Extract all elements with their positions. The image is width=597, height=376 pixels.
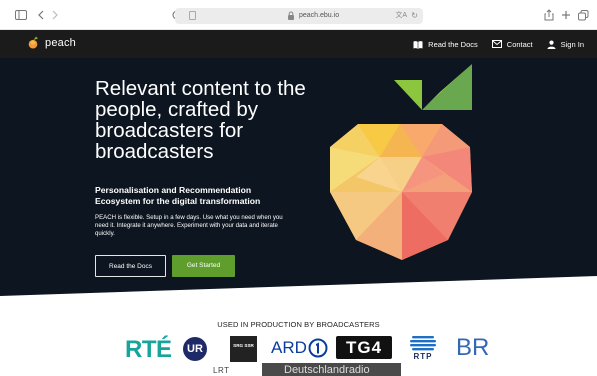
brand-name: peach [45,36,76,49]
ard-one-icon [308,338,328,358]
hero-description: PEACH is flexible. Setup in a few days. … [95,214,283,238]
hero-section: Relevant content to the people, crafted … [0,58,597,298]
nav-sign-in-label: Sign In [560,39,584,49]
lrt-logo: LRT [213,366,230,375]
get-started-button[interactable]: Get Started [172,255,235,277]
browser-toolbar: peach.ebu.io 文A ↻ [0,0,597,30]
hero-headline: Relevant content to the people, crafted … [95,77,306,163]
new-tab-icon[interactable] [559,8,573,22]
home-logo[interactable]: peach [28,36,76,49]
user-icon [547,40,556,49]
site-navbar: peach Read the Docs Contact Sign In [0,30,597,58]
url-host: peach.ebu.io [299,12,340,19]
peach-logo-icon [28,36,38,49]
hero-subheadline: Personalisation and Recommendation Ecosy… [95,185,261,206]
tab-overview-icon[interactable] [576,8,590,22]
back-icon[interactable] [34,8,48,22]
forward-icon[interactable] [48,8,62,22]
nav-contact[interactable]: Contact [491,39,533,49]
ur-logo: UR [183,337,207,361]
reload-icon[interactable]: ↻ [411,10,418,22]
rte-logo: RTÉ [125,336,172,363]
rtp-wave-icon [410,336,436,351]
nav-sign-in[interactable]: Sign In [547,40,584,49]
lock-icon [288,11,294,20]
nav-read-the-docs[interactable]: Read the Docs [413,40,478,49]
translate-icon[interactable]: 文A [395,11,407,21]
production-title: USED IN PRODUCTION BY BROADCASTERS [217,320,380,329]
rtp-logo: RTP [409,335,437,362]
ard-logo: ARD [271,338,328,358]
sidebar-toggle-icon[interactable] [14,8,28,22]
page-icon [189,11,196,20]
mail-icon [491,40,502,48]
docs-icon [413,40,423,49]
address-bar[interactable]: peach.ebu.io 文A ↻ [175,8,423,24]
br-logo: BR [456,334,490,361]
tg4-logo: TG4 [336,336,392,359]
nav-contact-label: Contact [506,39,533,49]
deutschlandradio-logo: Deutschlandradio [262,363,401,376]
share-icon[interactable] [542,8,556,22]
srg-ssr-logo: SRG SSR [230,336,257,362]
read-the-docs-button[interactable]: Read the Docs [95,255,166,277]
nav-read-the-docs-label: Read the Docs [428,39,478,49]
peach-illustration [330,64,472,260]
